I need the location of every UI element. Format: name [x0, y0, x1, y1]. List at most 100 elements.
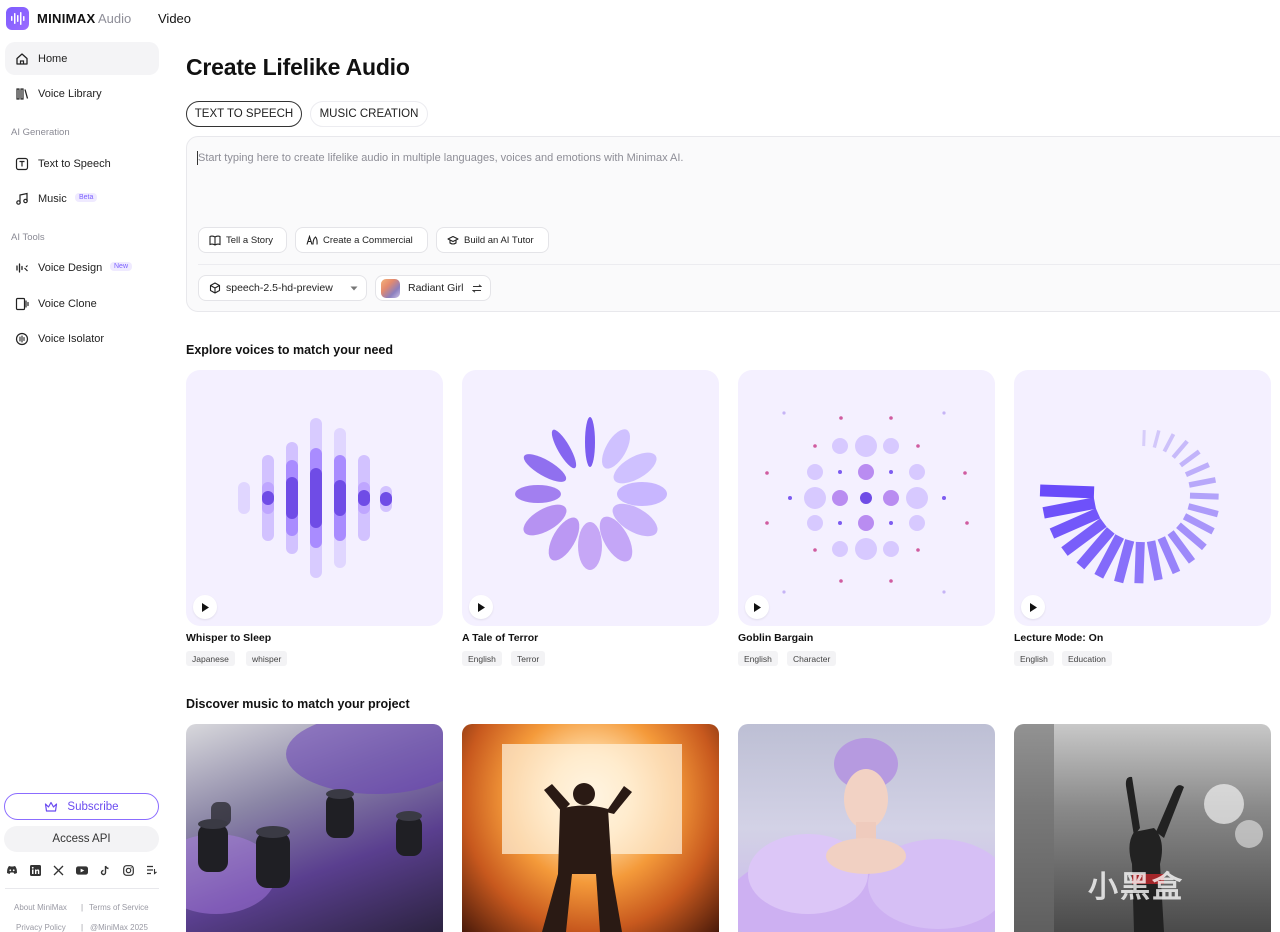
nav-video-link[interactable]: Video: [158, 11, 191, 26]
instagram-icon[interactable]: [123, 864, 135, 876]
radial-bar: [1142, 429, 1146, 447]
radial-bar: [1114, 539, 1135, 584]
tiktok-icon[interactable]: [99, 864, 111, 876]
music-note-icon: [14, 191, 30, 207]
text-input[interactable]: Start typing here to create lifelike aud…: [198, 152, 683, 164]
play-icon: [477, 602, 485, 612]
voice-select-value: Radiant Girl: [408, 282, 464, 294]
radial-bar: [1039, 484, 1095, 499]
minimax-logo-icon[interactable]: [6, 7, 29, 30]
voice-tag: Character: [787, 651, 837, 666]
sidebar: Home Voice Library AI Generation Text to…: [0, 40, 168, 932]
terms-link[interactable]: Terms of Service: [89, 903, 149, 912]
page-title: Create Lifelike Audio: [186, 54, 410, 80]
sidebar-item-label: Voice Isolator: [38, 332, 105, 345]
text-to-speech-icon: [14, 156, 30, 172]
stage-performer-image: [502, 744, 682, 932]
voice-card-title: A Tale of Terror: [462, 632, 539, 644]
sidebar-item-voice-isolator[interactable]: Voice Isolator: [5, 322, 159, 355]
sidebar-footer-divider: [5, 888, 159, 889]
voice-clone-icon: [14, 296, 30, 312]
chip-label: Tell a Story: [226, 234, 273, 246]
tab-music-creation[interactable]: MUSIC CREATION: [310, 101, 428, 127]
subscribe-button[interactable]: Subscribe: [4, 793, 159, 820]
voice-design-icon: [14, 260, 30, 276]
section-label-ai-generation: AI Generation: [11, 127, 70, 138]
radial-bar: [1146, 540, 1163, 581]
brand-name[interactable]: MINIMAX: [37, 11, 95, 26]
radial-bar: [1189, 492, 1219, 500]
voice-tag: Terror: [511, 651, 546, 666]
sidebar-item-voice-library[interactable]: Voice Library: [5, 77, 159, 110]
play-icon: [201, 602, 209, 612]
beta-badge: Beta: [75, 193, 98, 202]
voice-avatar: [381, 278, 400, 298]
more-links-icon[interactable]: [146, 864, 158, 876]
music-card-lavender-portrait[interactable]: [738, 724, 995, 932]
voice-tag: Japanese: [186, 651, 235, 666]
about-link[interactable]: About MiniMax: [14, 903, 67, 912]
social-links: [6, 864, 158, 876]
radial-bar: [1152, 429, 1161, 449]
voice-tag: English: [462, 651, 502, 666]
voice-card-goblin-bargain[interactable]: [738, 370, 995, 626]
tab-text-to-speech[interactable]: TEXT TO SPEECH: [186, 101, 302, 127]
play-button[interactable]: [469, 595, 493, 619]
play-icon: [753, 602, 761, 612]
swap-icon: [472, 284, 482, 293]
sidebar-item-voice-clone[interactable]: Voice Clone: [5, 287, 159, 320]
build-an-ai-tutor-chip[interactable]: Build an AI Tutor: [436, 227, 549, 253]
radial-bar: [1188, 477, 1217, 488]
voice-card-whisper-to-sleep[interactable]: [186, 370, 443, 626]
play-button[interactable]: [1021, 595, 1045, 619]
radial-bar: [1042, 497, 1096, 519]
linkedin-icon[interactable]: [29, 864, 41, 876]
lavender-portrait-image: [738, 738, 995, 932]
play-button[interactable]: [745, 595, 769, 619]
chip-label: Build an AI Tutor: [464, 234, 534, 246]
new-badge: New: [110, 262, 133, 271]
tell-a-story-chip[interactable]: Tell a Story: [198, 227, 287, 253]
sidebar-item-label: Text to Speech: [38, 157, 111, 170]
access-api-label: Access API: [52, 833, 111, 845]
sidebar-item-home[interactable]: Home: [5, 42, 159, 75]
radial-bars-artwork: [1039, 429, 1219, 584]
dot-grid-artwork: [765, 411, 969, 594]
sidebar-item-label: Voice Design: [38, 261, 103, 274]
sidebar-item-music[interactable]: Music Beta: [5, 182, 159, 215]
radial-bar: [1184, 462, 1210, 478]
sidebar-item-text-to-speech[interactable]: Text to Speech: [5, 147, 159, 180]
footer-separator: |: [81, 903, 84, 912]
radial-bar: [1182, 513, 1215, 535]
discover-music-heading: Discover music to match your project: [186, 697, 410, 711]
access-api-button[interactable]: Access API: [4, 826, 159, 852]
radial-bar: [1171, 439, 1189, 459]
book-icon: [209, 234, 221, 246]
model-select[interactable]: speech-2.5-hd-preview: [198, 275, 367, 301]
sidebar-item-label: Home: [38, 52, 68, 65]
create-a-commercial-chip[interactable]: Create a Commercial: [295, 227, 428, 253]
play-button[interactable]: [193, 595, 217, 619]
privacy-link[interactable]: Privacy Policy: [16, 923, 66, 932]
music-card-synth-knobs[interactable]: [186, 724, 443, 932]
discord-icon[interactable]: [6, 864, 18, 876]
youtube-icon[interactable]: [75, 864, 88, 876]
explore-voices-heading: Explore voices to match your need: [186, 343, 394, 357]
music-card-stage-performer[interactable]: [462, 724, 719, 932]
x-twitter-icon[interactable]: [53, 864, 65, 876]
play-icon: [1029, 602, 1037, 612]
home-icon: [14, 51, 30, 67]
voice-card-a-tale-of-terror[interactable]: [462, 370, 719, 626]
radial-bar: [1162, 433, 1176, 453]
voice-select[interactable]: Radiant Girl: [375, 275, 491, 301]
petal-ring-artwork: [515, 417, 667, 570]
chip-label: Create a Commercial: [323, 234, 413, 246]
library-icon: [14, 86, 30, 102]
voice-card-lecture-mode-on[interactable]: [1014, 370, 1271, 626]
voice-card-title: Lecture Mode: On: [1014, 632, 1104, 644]
cube-icon: [209, 282, 221, 294]
subscribe-label: Subscribe: [67, 800, 119, 813]
voice-tag: English: [1014, 651, 1054, 666]
editor-divider: [198, 264, 1280, 265]
sidebar-item-voice-design[interactable]: Voice Design New: [5, 251, 159, 284]
